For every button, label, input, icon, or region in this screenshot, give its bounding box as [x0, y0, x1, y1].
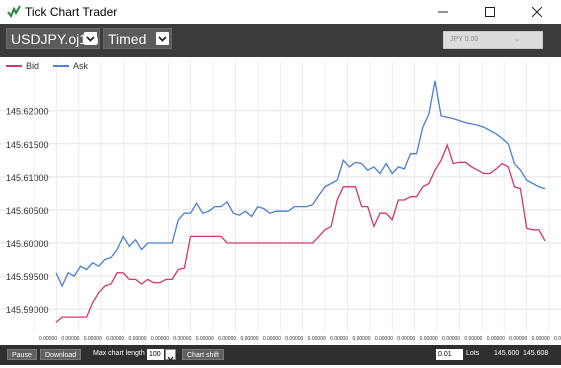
- legend-item-ask[interactable]: Ask: [53, 61, 88, 71]
- toolbar: USDJPY.oj1m Timed JPY 0.00 ⌄: [0, 24, 561, 57]
- x-tick-label: 0.00000: [84, 336, 102, 342]
- x-tick-label: 0.00000: [308, 336, 326, 342]
- x-tick-label: 0.00000: [442, 336, 460, 342]
- x-tick-label: 0.00000: [151, 336, 169, 342]
- bid-price: 145.600: [494, 350, 520, 357]
- chart-legend: Bid Ask: [6, 61, 102, 71]
- window-title: Tick Chart Trader: [25, 5, 118, 19]
- download-button[interactable]: Download: [40, 349, 82, 360]
- jpy-value: JPY 0.00: [450, 36, 479, 43]
- footer-bar: Pause Download Max chart length 100 Char…: [0, 345, 561, 365]
- legend-label-ask: Ask: [73, 61, 89, 71]
- x-tick-label: 0.00000: [39, 336, 57, 342]
- x-tick-label: 0.00000: [554, 336, 561, 342]
- x-tick-label: 0.00000: [397, 336, 415, 342]
- app-logo-icon: [7, 5, 21, 19]
- pause-button[interactable]: Pause: [7, 349, 37, 360]
- y-tick-label: 145.60000: [6, 239, 49, 249]
- x-tick-label: 0.00000: [375, 336, 393, 342]
- legend-item-bid[interactable]: Bid: [6, 61, 39, 71]
- y-tick-label: 145.60500: [6, 206, 49, 216]
- chevron-down-icon[interactable]: [156, 32, 169, 45]
- minimize-icon[interactable]: [420, 0, 466, 24]
- legend-label-bid: Bid: [26, 61, 40, 71]
- chevron-down-icon[interactable]: [84, 32, 97, 45]
- x-tick-label: 0.00000: [61, 336, 79, 342]
- x-tick-label: 0.00000: [330, 336, 348, 342]
- symbol-dropdown[interactable]: USDJPY.oj1m: [6, 28, 100, 49]
- mode-value: Timed: [108, 31, 147, 47]
- y-tick-label: 145.59000: [6, 305, 49, 315]
- mode-dropdown[interactable]: Timed: [103, 28, 172, 49]
- window-titlebar: Tick Chart Trader: [0, 0, 561, 24]
- x-tick-label: 0.00000: [487, 336, 505, 342]
- x-tick-label: 0.00000: [129, 336, 147, 342]
- x-tick-label: 0.00000: [173, 336, 191, 342]
- series-line-ask: [55, 80, 546, 288]
- y-tick-label: 145.62000: [6, 107, 49, 117]
- x-tick-label: 0.00000: [352, 336, 370, 342]
- maximize-icon[interactable]: [467, 0, 513, 24]
- x-tick-label: 0.00000: [218, 336, 236, 342]
- chevron-down-icon[interactable]: [165, 349, 176, 362]
- y-tick-label: 145.59500: [6, 272, 49, 282]
- x-tick-label: 0.00000: [285, 336, 303, 342]
- lots-input[interactable]: 0.01: [436, 349, 463, 360]
- y-tick-label: 145.61500: [6, 140, 49, 150]
- legend-swatch-bid: [6, 65, 22, 67]
- max-chart-length-label: Max chart length: [93, 350, 145, 357]
- lots-label: Lots: [466, 350, 480, 357]
- x-tick-label: 0.00000: [196, 336, 214, 342]
- series-line-bid: [55, 143, 546, 323]
- jpy-field[interactable]: JPY 0.00 ⌄: [443, 31, 543, 49]
- chevron-down-icon: ⌄: [514, 36, 520, 43]
- x-tick-label: 0.00000: [263, 336, 281, 342]
- x-tick-label: 0.00000: [420, 336, 438, 342]
- ask-price: 145.608: [523, 350, 549, 357]
- chart-shift-button[interactable]: Chart shift: [182, 349, 224, 360]
- x-tick-label: 0.00000: [106, 336, 124, 342]
- close-icon[interactable]: [514, 0, 560, 24]
- x-tick-label: 0.00000: [532, 336, 550, 342]
- x-tick-label: 0.00000: [509, 336, 527, 342]
- chart-area: 145.59000 145.59500 145.60000 145.60500 145.…: [0, 57, 561, 345]
- x-tick-label: 0.00000: [240, 336, 258, 342]
- x-tick-label: 0.00000: [464, 336, 482, 342]
- max-chart-length-select[interactable]: 100: [147, 349, 164, 360]
- tick-chart: 145.59000 145.59500 145.60000 145.60500 145.…: [0, 61, 561, 342]
- y-tick-label: 145.61000: [6, 173, 49, 183]
- legend-swatch-ask: [53, 65, 70, 67]
